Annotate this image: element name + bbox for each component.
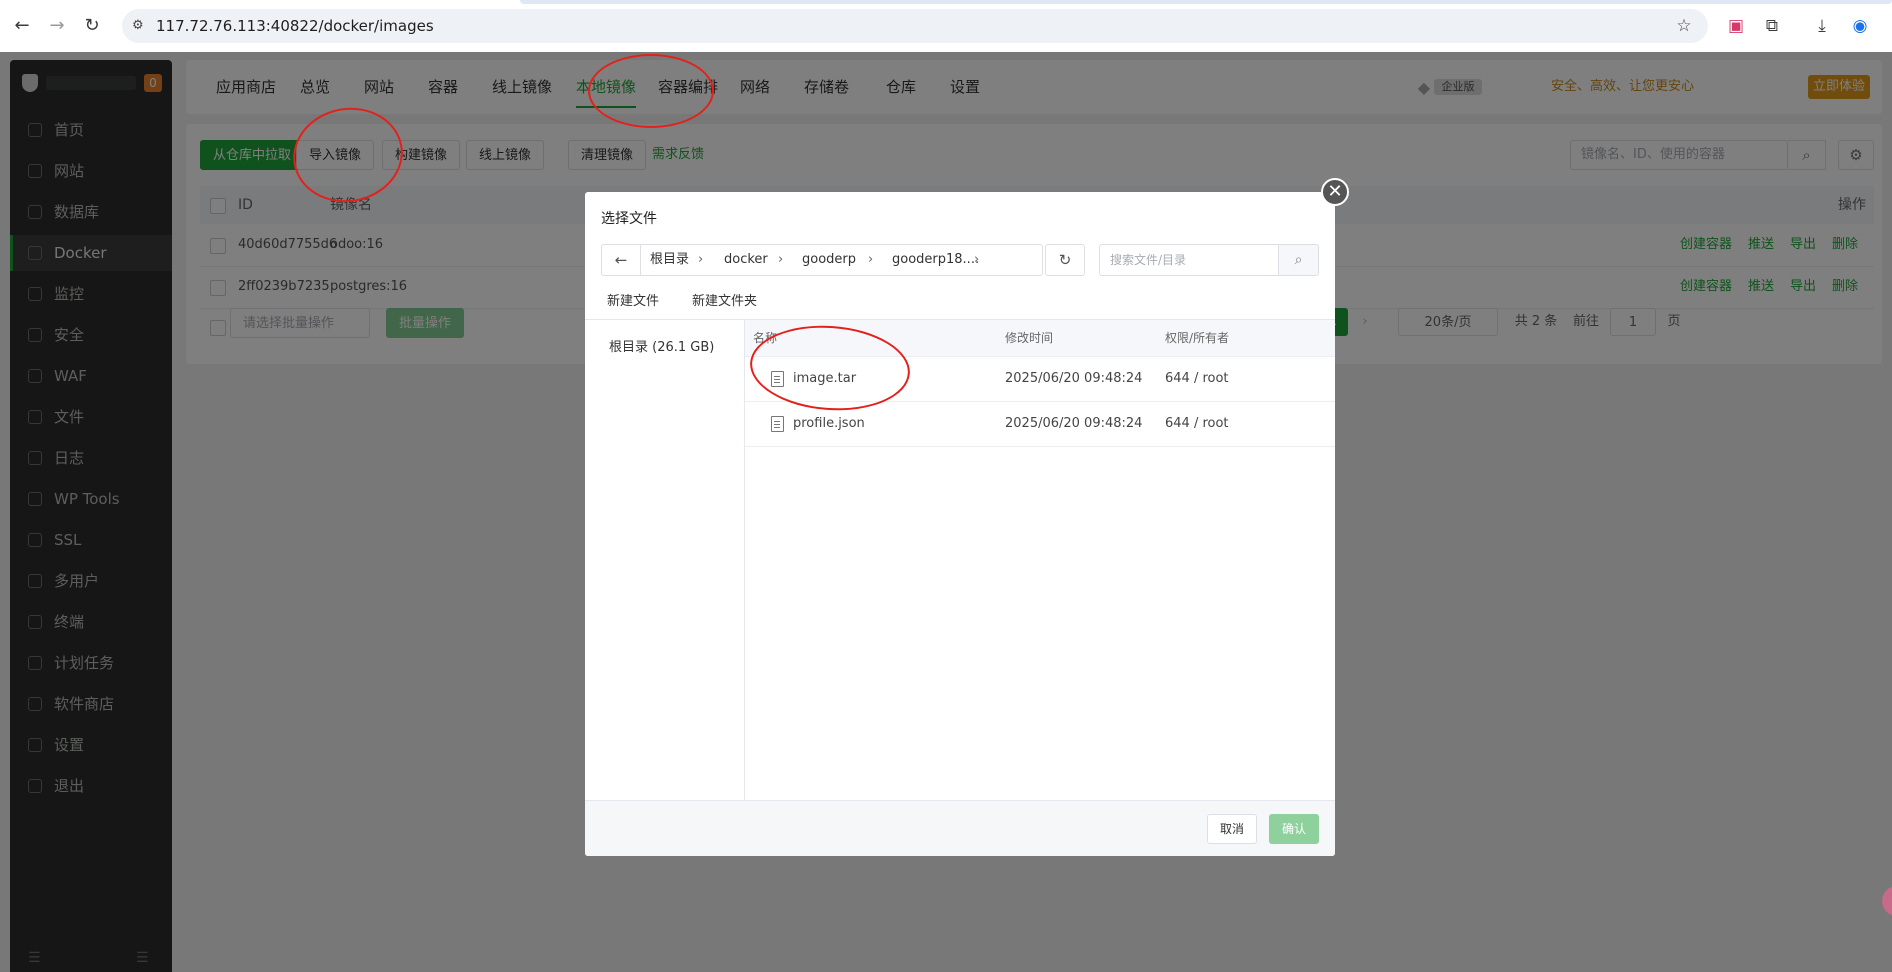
dialog-footer: 取消 确认	[585, 800, 1335, 856]
bookmark-star-icon[interactable]: ☆	[1672, 14, 1696, 38]
file-search-icon[interactable]: ⌕	[1279, 244, 1319, 276]
cancel-button[interactable]: 取消	[1207, 814, 1257, 844]
file-icon	[771, 416, 784, 432]
tab-strip	[520, 0, 1892, 4]
directory-tree: 根目录 (26.1 GB)	[585, 320, 745, 801]
file-mtime: 2025/06/20 09:48:24	[1005, 416, 1143, 431]
file-perm: 644 / root	[1165, 371, 1229, 386]
chevron-right-icon: ›	[868, 252, 874, 267]
address-bar[interactable]: ⚙ 117.72.76.113:40822/docker/images ☆	[122, 9, 1708, 43]
annotation-circle-local-images	[588, 54, 714, 128]
site-info-icon[interactable]: ⚙	[132, 18, 148, 34]
refresh-icon[interactable]: ↻	[1045, 244, 1085, 276]
file-search-input[interactable]: 搜索文件/目录	[1099, 244, 1279, 276]
new-file-link[interactable]: 新建文件	[607, 290, 659, 309]
file-select-dialog: 选择文件 ← 根目录 › docker › gooderp › gooderp18.... ›…	[585, 192, 1335, 856]
breadcrumb-item[interactable]: gooderp	[802, 245, 856, 275]
reload-icon[interactable]: ↻	[80, 14, 104, 38]
back-arrow-icon[interactable]: ←	[602, 245, 641, 275]
download-icon[interactable]: ⤓	[1810, 14, 1834, 38]
file-mtime: 2025/06/20 09:48:24	[1005, 371, 1143, 386]
breadcrumb: ← 根目录 › docker › gooderp › gooderp18.... ›	[601, 244, 1043, 276]
extensions-icon[interactable]: ⧉	[1760, 14, 1784, 38]
confirm-button[interactable]: 确认	[1269, 814, 1319, 844]
chevron-right-icon: ›	[698, 252, 704, 267]
column-mtime: 修改时间	[1005, 331, 1054, 345]
column-perm: 权限/所有者	[1165, 331, 1230, 345]
url-text: 117.72.76.113:40822/docker/images	[156, 17, 434, 35]
forward-icon[interactable]: →	[45, 14, 69, 38]
profile-icon[interactable]: ◉	[1848, 14, 1872, 38]
browser-toolbar: ← → ↻ ⚙ 117.72.76.113:40822/docker/image…	[0, 0, 1892, 53]
dialog-body: 根目录 (26.1 GB) 名称 修改时间 权限/所有者 image.tar 20…	[585, 319, 1335, 801]
close-icon[interactable]: ✕	[1321, 178, 1349, 206]
translate-extension-icon[interactable]: ▣	[1724, 14, 1748, 38]
tree-root-item[interactable]: 根目录 (26.1 GB)	[609, 336, 714, 355]
chevron-right-icon: ›	[974, 252, 980, 267]
file-perm: 644 / root	[1165, 416, 1229, 431]
chevron-right-icon: ›	[778, 252, 784, 267]
breadcrumb-item[interactable]: docker	[724, 245, 768, 275]
breadcrumb-item[interactable]: gooderp18....	[892, 245, 979, 275]
back-icon[interactable]: ←	[10, 14, 34, 38]
breadcrumb-item[interactable]: 根目录	[650, 245, 689, 275]
new-folder-link[interactable]: 新建文件夹	[692, 290, 757, 309]
dialog-title: 选择文件	[601, 211, 657, 227]
